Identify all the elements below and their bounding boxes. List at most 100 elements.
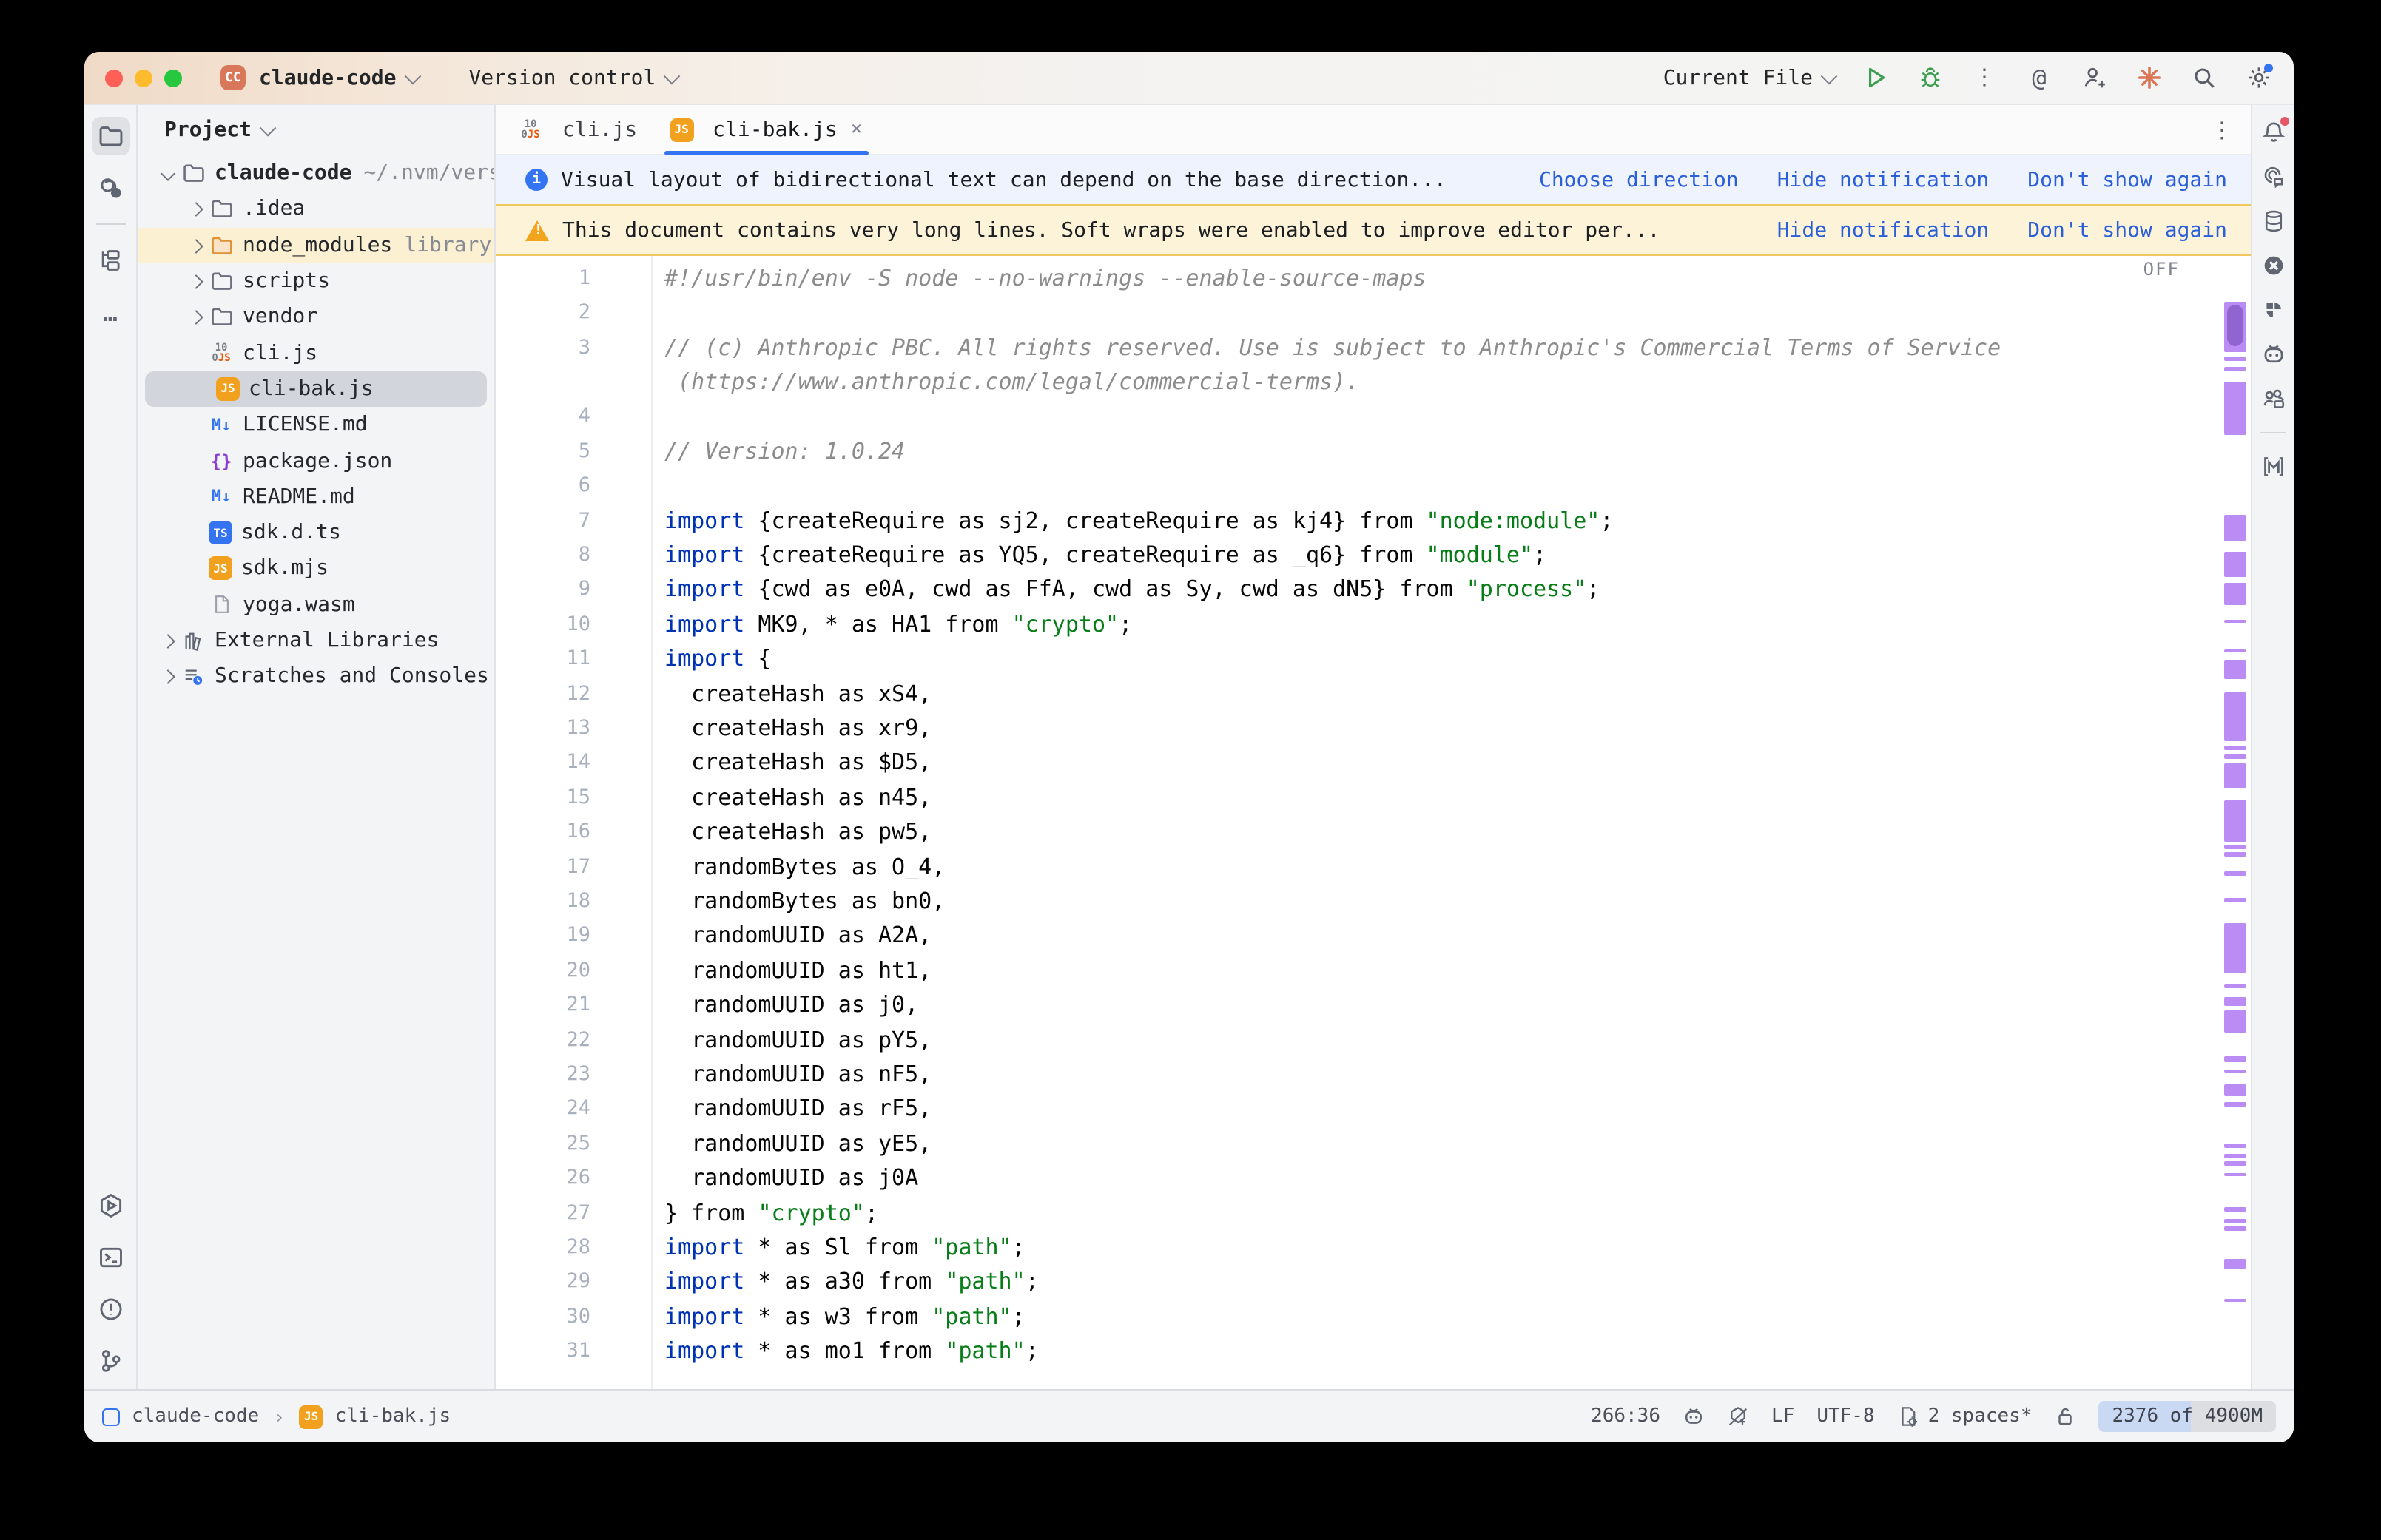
services-tool-button[interactable] (91, 1186, 129, 1225)
change-mark (2224, 367, 2246, 371)
left-activity-bar: ? … (84, 105, 138, 1389)
tree-item--idea[interactable]: .idea (138, 192, 494, 228)
indent-widget[interactable]: 2 spaces* (1928, 1405, 2033, 1428)
right-activity-bar (2251, 105, 2294, 1389)
commit-tool-button[interactable]: ? (91, 169, 129, 207)
tree-item-claude-code[interactable]: claude-code~/.nvm/vers (138, 155, 494, 192)
close-window-button[interactable] (105, 69, 123, 87)
m-plugin-icon[interactable] (2257, 451, 2289, 482)
chevron-right-icon[interactable] (155, 629, 181, 652)
search-icon[interactable] (2189, 63, 2218, 92)
vcs-menu[interactable]: Version control (468, 66, 656, 90)
code-line: (https://www.anthropic.com/legal/commerc… (496, 364, 2251, 399)
tab-cli-js[interactable]: 100JS cli.js (502, 105, 653, 154)
debug-button[interactable] (1915, 63, 1944, 92)
claude-icon[interactable] (2134, 63, 2163, 92)
project-icon: CC (220, 65, 246, 90)
ai-assistant-icon[interactable]: @ (2024, 63, 2054, 92)
memory-indicator[interactable]: 2376 of 4900M (2099, 1401, 2277, 1432)
tab-cli-bak-js[interactable]: JS cli-bak.js × (653, 105, 878, 154)
dont-show-again-link[interactable]: Don't show again (2027, 168, 2227, 192)
terminal-tool-button[interactable] (91, 1238, 129, 1277)
plugin-pinwheel-icon[interactable] (2257, 294, 2289, 325)
tree-item-sdk-mjs[interactable]: JSsdk.mjs (138, 551, 494, 587)
code-with-me-icon[interactable] (2257, 383, 2289, 414)
chevron-right-icon[interactable] (155, 665, 181, 689)
copilot-robot-icon[interactable] (2257, 339, 2289, 370)
tree-item-extra: library (404, 233, 491, 257)
tree-item-label: package.json (243, 449, 392, 473)
tree-item-license-md[interactable]: M↓LICENSE.md (138, 407, 494, 443)
line-number: 15 (496, 786, 651, 809)
add-user-icon[interactable] (2079, 63, 2109, 92)
settings-icon[interactable] (2243, 63, 2273, 92)
close-tab-icon[interactable]: × (851, 118, 863, 141)
tree-item-cli-js[interactable]: 100JScli.js (138, 335, 494, 371)
run-configuration-selector[interactable]: Current File (1663, 66, 1835, 90)
caret-position-widget[interactable]: 266:36 (1591, 1405, 1660, 1428)
js-file-icon: JS (209, 557, 232, 581)
chevron-down-icon[interactable] (155, 161, 181, 185)
tree-item-scratches-and-consoles[interactable]: Scratches and Consoles (138, 658, 494, 695)
code-editor[interactable]: OFF 1#!/usr/bin/env -S node --no-warning… (496, 256, 2251, 1389)
notifications-bell-icon[interactable] (2257, 117, 2289, 148)
scratches-icon (181, 665, 206, 689)
breadcrumb-file[interactable]: cli-bak.js (335, 1405, 451, 1428)
change-mark (2224, 763, 2246, 788)
breadcrumb-project[interactable]: claude-code (132, 1405, 259, 1428)
folder-icon (209, 197, 234, 221)
line-separator-widget[interactable]: LF (1771, 1405, 1794, 1428)
tree-item-vendor[interactable]: vendor (138, 299, 494, 335)
code-line: 24 randomUUID as rF5, (496, 1092, 2251, 1127)
tree-item-yoga-wasm[interactable]: yoga.wasm (138, 587, 494, 623)
copilot-status-icon[interactable] (1683, 1405, 1705, 1428)
highlighting-disabled-icon[interactable] (1727, 1405, 1749, 1428)
version-control-tool-button[interactable] (91, 1342, 129, 1380)
tab-options-icon[interactable]: ⋮ (2211, 105, 2251, 154)
chevron-right-icon[interactable] (183, 233, 209, 257)
minimize-window-button[interactable] (135, 69, 152, 87)
tree-item-external-libraries[interactable]: External Libraries (138, 623, 494, 659)
tree-item-package-json[interactable]: {} package.json (138, 443, 494, 479)
tree-item-node-modules[interactable]: node_moduleslibrary (138, 227, 494, 263)
database-icon[interactable] (2257, 206, 2289, 237)
hide-notification-link[interactable]: Hide notification (1777, 168, 1990, 192)
chevron-right-icon[interactable] (183, 305, 209, 329)
project-tool-button[interactable] (91, 117, 129, 155)
project-tree: claude-code~/.nvm/vers .idea node_modulesl… (138, 155, 494, 1389)
more-actions-button[interactable]: ⋮ (1970, 63, 1999, 92)
highlighting-level-widget[interactable]: OFF (2143, 259, 2180, 280)
tree-item-label: yoga.wasm (243, 592, 355, 616)
choose-direction-link[interactable]: Choose direction (1539, 168, 1739, 192)
main-area: ? … (84, 105, 2294, 1389)
chevron-right-icon[interactable] (183, 197, 209, 221)
banner-links: Hide notification Don't show again (1777, 218, 2227, 242)
tree-item-readme-md[interactable]: M↓README.md (138, 479, 494, 515)
tree-item-sdk-d-ts[interactable]: TSsdk.d.ts (138, 515, 494, 551)
dont-show-again-link[interactable]: Don't show again (2027, 218, 2227, 242)
code-line: 5// Version: 1.0.24 (496, 433, 2251, 468)
code-text: createHash as pw5, (651, 818, 932, 845)
tree-item-scripts[interactable]: scripts (138, 263, 494, 300)
encoding-widget[interactable]: UTF-8 (1816, 1405, 1874, 1428)
tree-item-label: .idea (243, 197, 305, 221)
tree-item-cli-bak-js[interactable]: JScli-bak.js (145, 371, 487, 408)
more-tool-windows-button[interactable]: … (91, 293, 129, 331)
lock-open-icon[interactable] (2055, 1405, 2077, 1428)
hide-notification-link[interactable]: Hide notification (1777, 218, 1990, 242)
project-panel-header[interactable]: Project (138, 105, 494, 155)
problems-tool-button[interactable] (91, 1290, 129, 1328)
zoom-window-button[interactable] (164, 69, 182, 87)
ai-assistant-icon[interactable] (2257, 161, 2289, 192)
json-file-icon: {} (209, 449, 234, 473)
code-text: randomBytes as bn0, (651, 888, 945, 914)
change-mark (2224, 552, 2246, 577)
x-circle-icon[interactable] (2257, 250, 2289, 281)
structure-tool-button[interactable] (91, 241, 129, 280)
warning-icon (525, 220, 549, 240)
project-menu[interactable]: claude-code (259, 66, 396, 90)
chevron-right-icon[interactable] (183, 269, 209, 293)
scrollbar-thumb[interactable] (2227, 305, 2243, 346)
code-line: 16 createHash as pw5, (496, 814, 2251, 849)
run-button[interactable] (1860, 63, 1890, 92)
